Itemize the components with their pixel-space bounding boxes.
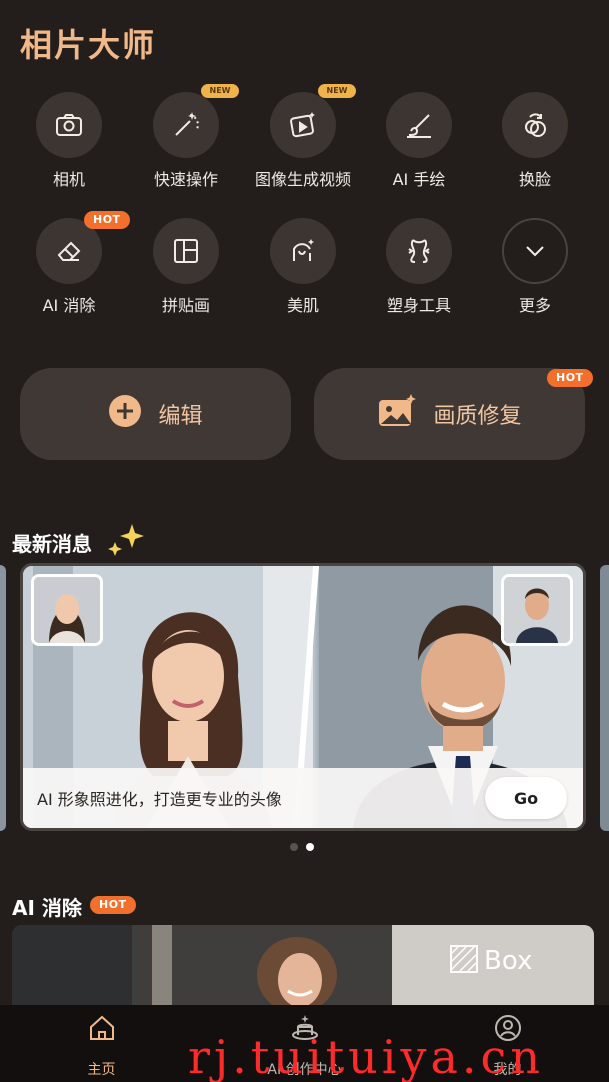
tool-face-swap[interactable]: 换脸 [480,92,590,190]
nav-home[interactable]: 主页 [42,1005,162,1082]
tool-ai-erase[interactable]: HOT AI 消除 [14,211,130,316]
tool-quick-action[interactable]: NEW 快速操作 [131,84,241,190]
tool-label: 相机 [52,170,85,189]
tool-label: AI 手绘 [392,170,446,189]
go-button[interactable]: Go [485,777,567,819]
tool-collage[interactable]: 拼贴画 [131,218,241,316]
prev-card-peek[interactable] [0,565,6,831]
box-tag: Box [450,945,532,977]
tool-label: AI 消除 [42,296,96,315]
collage-icon [153,218,219,284]
tool-label: 换脸 [518,170,551,189]
home-icon [87,1015,117,1047]
body-shape-icon [386,218,452,284]
chevron-down-icon [502,218,568,284]
carousel-dot[interactable] [290,843,298,851]
edit-label: 编辑 [158,404,203,429]
beauty-skin-icon [270,218,336,284]
image-enhance-icon [377,394,417,434]
tool-ai-draw[interactable]: AI 手绘 [364,92,474,190]
nav-label: 主页 [87,1062,116,1078]
banner-text: AI 形象照进化，打造更专业的头像 [37,790,282,809]
app-title: 相片大师 [20,26,157,64]
box-label: Box [484,946,533,976]
tool-label: 更多 [518,296,551,315]
tool-camera[interactable]: 相机 [14,92,124,190]
brush-icon [386,92,452,158]
tool-label: 拼贴画 [161,296,210,315]
carousel-dot-active[interactable] [306,843,314,851]
watermark-text: rj.tuituiya.cn [188,1030,544,1082]
new-badge: NEW [318,84,356,98]
ai-erase-preview[interactable]: Box [12,925,594,1015]
next-card-peek[interactable] [600,565,609,831]
hot-badge: HOT [547,369,593,387]
magic-wand-icon: NEW [153,84,239,158]
enhance-label: 画质修复 [433,404,522,429]
sparkle-icon [106,522,148,562]
tool-label: 图像生成视频 [254,170,351,189]
tool-image-to-video[interactable]: NEW 图像生成视频 [248,84,358,190]
tool-more[interactable]: 更多 [480,218,590,316]
enhance-button[interactable]: 画质修复 [314,368,585,460]
tool-label: 塑身工具 [386,296,451,315]
box-pattern-icon [450,945,478,977]
ai-erase-title: AI 消除 [12,896,82,920]
plus-icon [108,394,142,434]
edit-button[interactable]: 编辑 [20,368,291,460]
hot-badge: HOT [84,211,130,229]
camera-icon [36,92,102,158]
hot-badge: HOT [90,896,136,914]
before-thumbnail [31,574,103,646]
news-banner[interactable]: AI 形象照进化，打造更专业的头像 Go [20,563,586,831]
tool-label: 快速操作 [153,170,218,189]
after-thumbnail [501,574,573,646]
face-swap-icon [502,92,568,158]
tool-beauty[interactable]: 美肌 [248,218,358,316]
tool-label: 美肌 [286,296,319,315]
banner-caption: AI 形象照进化，打造更专业的头像 Go [23,768,583,828]
news-title: 最新消息 [12,532,92,556]
new-badge: NEW [201,84,239,98]
carousel-dots [290,843,314,851]
tool-body-shape[interactable]: 塑身工具 [364,218,474,316]
image-to-video-icon: NEW [270,84,356,158]
